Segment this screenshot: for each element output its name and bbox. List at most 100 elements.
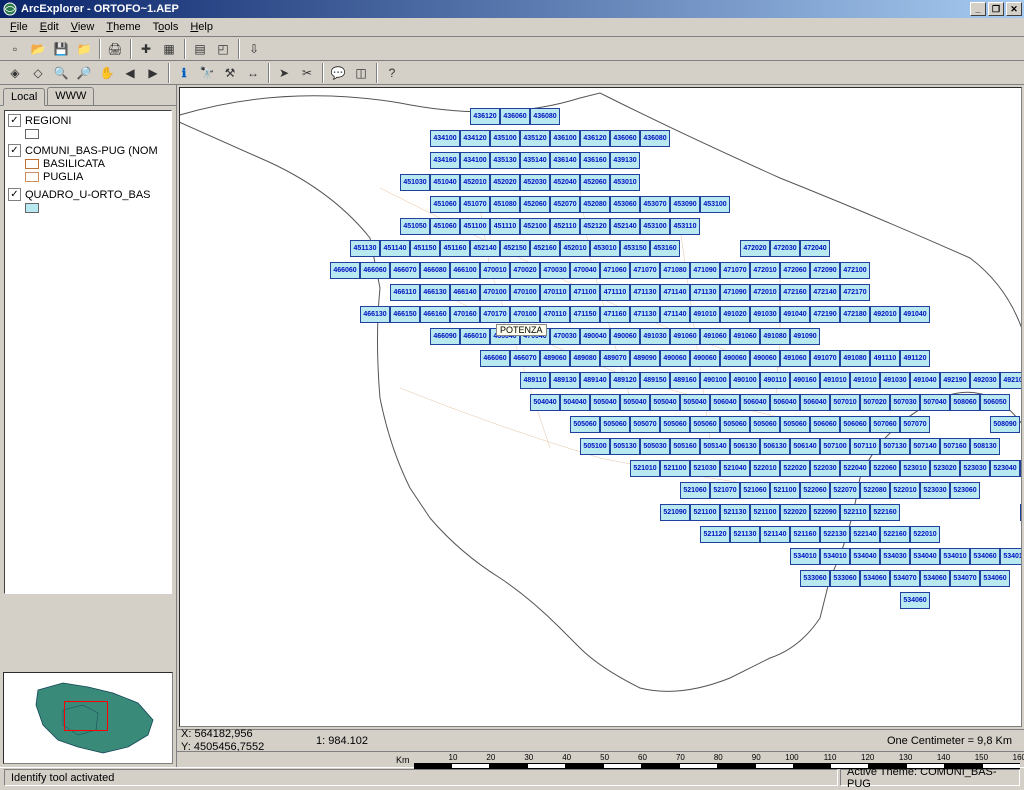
grid-tile: 490100 <box>730 372 760 389</box>
layer-quadro[interactable]: ✓ QUADRO_U-ORTO_BAS <box>8 188 168 213</box>
grid-tile: 489160 <box>670 372 700 389</box>
close-button[interactable]: ✕ <box>1006 2 1022 16</box>
pan-button[interactable]: ✋ <box>96 63 118 83</box>
grid-tile: 534010 <box>940 548 970 565</box>
grid-tile: 453100 <box>700 196 730 213</box>
print-button[interactable]: 🖨 <box>104 39 126 59</box>
tab-www[interactable]: WWW <box>47 87 94 105</box>
menu-tools[interactable]: Tools <box>147 19 185 35</box>
grid-tile: 436060 <box>610 130 640 147</box>
grid-tile: 472090 <box>810 262 840 279</box>
grid-tile: 522060 <box>800 482 830 499</box>
grid-tile: 522040 <box>840 460 870 477</box>
grid-tile: 521060 <box>680 482 710 499</box>
menu-help[interactable]: Help <box>184 19 219 35</box>
map-canvas[interactable]: 4361204360604360804341004341204351004351… <box>179 87 1022 727</box>
prev-extent-button[interactable]: ◀ <box>119 63 141 83</box>
grid-tile: 472010 <box>750 284 780 301</box>
grid-tile: 471130 <box>630 306 660 323</box>
tab-local[interactable]: Local <box>3 88 45 106</box>
maximize-button[interactable]: ❐ <box>988 2 1004 16</box>
zoom-in-button[interactable]: 🔍 <box>50 63 72 83</box>
grid-tile: 521130 <box>720 504 750 521</box>
grid-tile: 491010 <box>850 372 880 389</box>
checkbox-icon[interactable]: ✓ <box>8 144 21 157</box>
extent-button[interactable]: ◰ <box>212 39 234 59</box>
grid-tile: 491040 <box>910 372 940 389</box>
maptips-button[interactable]: 💬 <box>327 63 349 83</box>
layer-regioni[interactable]: ✓ REGIONI <box>8 114 168 139</box>
grid-tile: 471130 <box>690 284 720 301</box>
grid-tile: 522060 <box>870 460 900 477</box>
menu-file[interactable]: File <box>4 19 34 35</box>
status-active-theme: Active Theme: COMUNI_BAS-PUG <box>840 769 1020 786</box>
clear-button[interactable]: ✂ <box>296 63 318 83</box>
identify-button[interactable]: ℹ <box>173 63 195 83</box>
table-button[interactable]: ▤ <box>189 39 211 59</box>
grid-tile: 491040 <box>900 306 930 323</box>
overview-extent-rect <box>64 701 108 731</box>
grid-tile: 435100 <box>490 130 520 147</box>
grid-tile: 466100 <box>450 262 480 279</box>
select-button[interactable]: ◫ <box>350 63 372 83</box>
grid-tile: 523040 <box>990 460 1020 477</box>
grid-tile: 521160 <box>790 526 820 543</box>
grid-tile: 489120 <box>610 372 640 389</box>
next-extent-button[interactable]: ▶ <box>142 63 164 83</box>
add-layer-button[interactable]: ✚ <box>135 39 157 59</box>
checkbox-icon[interactable]: ✓ <box>8 188 21 201</box>
grid-tile: 439130 <box>610 152 640 169</box>
export-button[interactable]: ⇩ <box>243 39 265 59</box>
save-button[interactable]: 💾 <box>50 39 72 59</box>
query-button[interactable]: ⚒ <box>219 63 241 83</box>
grid-tile: 471140 <box>660 284 690 301</box>
grid-tile: 470110 <box>540 284 570 301</box>
grid-tile: 466070 <box>390 262 420 279</box>
full-extent-button[interactable]: ◈ <box>4 63 26 83</box>
menu-view[interactable]: View <box>65 19 101 35</box>
grid-tile: 534040 <box>910 548 940 565</box>
pointer-button[interactable]: ➤ <box>273 63 295 83</box>
grid-tile: 472140 <box>810 284 840 301</box>
swatch <box>25 172 39 182</box>
scale-unit: Km <box>396 755 410 765</box>
grid-tile: 522160 <box>870 504 900 521</box>
find-button[interactable]: 🔭 <box>196 63 218 83</box>
zoom-layer-button[interactable]: ◇ <box>27 63 49 83</box>
grid-tile: 491080 <box>840 350 870 367</box>
layer-comuni[interactable]: ✓ COMUNI_BAS-PUG (NOM BASILICATA PUGLIA <box>8 144 168 183</box>
open-button[interactable]: 📂 <box>27 39 49 59</box>
edit-layer-button[interactable]: ▦ <box>158 39 180 59</box>
separator <box>99 39 101 59</box>
grid-tile: 506040 <box>800 394 830 411</box>
grid-tile: 452030 <box>520 174 550 191</box>
grid-tile: 491030 <box>750 306 780 323</box>
menu-theme[interactable]: Theme <box>100 19 146 35</box>
window-title: ArcExplorer - ORTOFO~1.AEP <box>21 3 968 15</box>
grid-tile: 453160 <box>650 240 680 257</box>
overview-map[interactable] <box>3 672 173 764</box>
grid-tile: 534010 <box>820 548 850 565</box>
grid-tile: 504040 <box>530 394 560 411</box>
grid-tile: 534060 <box>900 592 930 609</box>
grid-tile: 452160 <box>530 240 560 257</box>
grid-tile: 507160 <box>940 438 970 455</box>
grid-tile: 435130 <box>490 152 520 169</box>
grid-tile: 506050 <box>980 394 1010 411</box>
grid-tile: 523030 <box>920 482 950 499</box>
menu-edit[interactable]: Edit <box>34 19 65 35</box>
zoom-out-button[interactable]: 🔎 <box>73 63 95 83</box>
new-button[interactable]: ▫ <box>4 39 26 59</box>
grid-tile: 533060 <box>800 570 830 587</box>
help-button[interactable]: ? <box>381 63 403 83</box>
checkbox-icon[interactable]: ✓ <box>8 114 21 127</box>
minimize-button[interactable]: _ <box>970 2 986 16</box>
distance-button[interactable]: ↔ <box>242 63 264 83</box>
grid-tile: 505060 <box>690 416 720 433</box>
grid-tile: 471100 <box>570 284 600 301</box>
grid-tile: 492100 <box>1000 372 1022 389</box>
folder-button[interactable]: 📁 <box>73 39 95 59</box>
grid-tile: 522020 <box>780 504 810 521</box>
grid-tile: 534060 <box>980 570 1010 587</box>
grid-tile: 471150 <box>570 306 600 323</box>
